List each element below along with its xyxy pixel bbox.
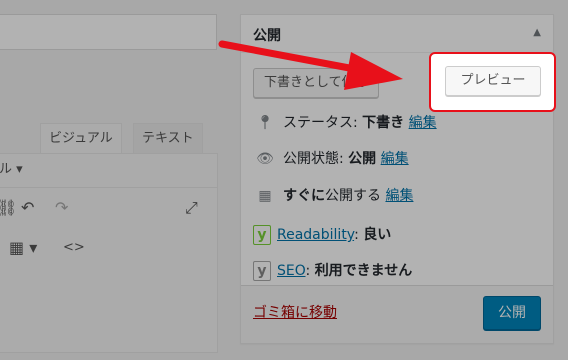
arrow-head [344,52,403,90]
arrow-shaft [218,40,364,74]
annotation-arrow [218,40,403,90]
